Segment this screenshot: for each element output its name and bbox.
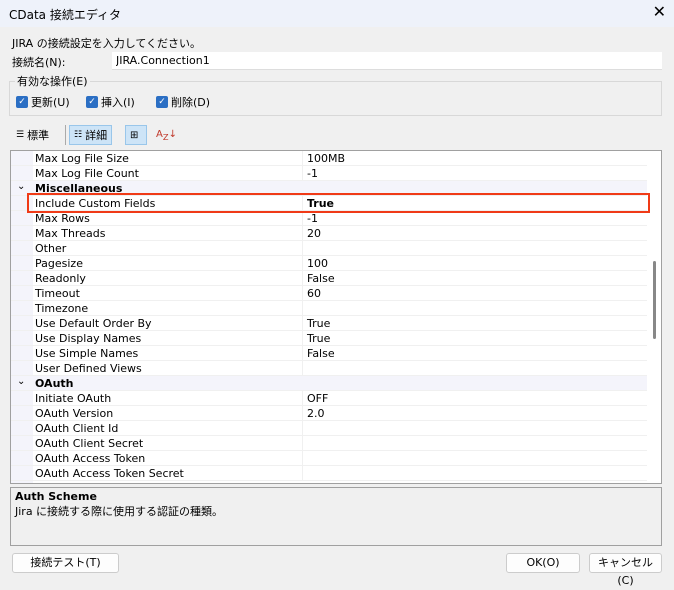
property-row[interactable]: User Defined Views xyxy=(11,361,647,376)
title-bar: CData 接続エディタ ✕ xyxy=(0,0,674,27)
property-name: Readonly xyxy=(11,271,303,285)
property-value[interactable]: 60 xyxy=(303,286,321,300)
property-value[interactable]: -1 xyxy=(303,211,318,225)
property-name: Initiate OAuth xyxy=(11,391,303,405)
standard-view-button[interactable]: ☰ 標準 xyxy=(12,125,53,145)
property-value[interactable]: True xyxy=(303,331,330,345)
property-value[interactable] xyxy=(303,361,307,375)
delete-label: 削除(D) xyxy=(171,96,211,109)
chevron-down-icon[interactable]: ⌄ xyxy=(17,181,25,192)
standard-label: 標準 xyxy=(27,129,50,142)
delete-checkbox[interactable]: ✓ 削除(D) xyxy=(156,94,210,110)
property-name: Max Log File Size xyxy=(11,151,303,165)
property-value[interactable] xyxy=(303,301,307,315)
property-row[interactable]: Use Display Names True xyxy=(11,331,647,346)
property-value[interactable]: 20 xyxy=(303,226,321,240)
connection-name-input[interactable] xyxy=(112,52,662,70)
check-icon: ✓ xyxy=(16,96,28,108)
check-icon: ✓ xyxy=(86,96,98,108)
property-name: Max Rows xyxy=(11,211,303,225)
operations-legend: 有効な操作(E) xyxy=(15,73,90,89)
property-value[interactable] xyxy=(303,436,307,450)
property-name: OAuth Client Secret xyxy=(11,436,303,450)
chevron-down-icon[interactable]: ⌄ xyxy=(17,376,25,387)
property-row[interactable]: Readonly False xyxy=(11,271,647,286)
property-name: OAuth Client Id xyxy=(11,421,303,435)
categorized-icon: ⊞ xyxy=(130,129,139,141)
property-row[interactable]: Max Log File Count -1 xyxy=(11,166,647,181)
property-row[interactable]: Initiate OAuth OFF xyxy=(11,391,647,406)
property-row[interactable]: Use Simple Names False xyxy=(11,346,647,361)
property-name: Timeout xyxy=(11,286,303,300)
cancel-button[interactable]: キャンセル(C) xyxy=(589,553,662,587)
window-title: CData 接続エディタ xyxy=(9,8,122,22)
property-value[interactable] xyxy=(303,466,307,480)
property-row[interactable]: Max Rows -1 xyxy=(11,211,647,226)
property-name: Pagesize xyxy=(11,256,303,270)
property-name: OAuth Access Token xyxy=(11,451,303,465)
check-icon: ✓ xyxy=(156,96,168,108)
description-panel: Auth Scheme Jira に接続する際に使用する認証の種類。 xyxy=(10,487,662,546)
update-checkbox[interactable]: ✓ 更新(U) xyxy=(16,94,70,110)
property-row[interactable]: OAuth Access Token Secret xyxy=(11,466,647,481)
property-value[interactable] xyxy=(303,241,307,255)
property-value[interactable]: 2.0 xyxy=(303,406,325,420)
property-row[interactable]: Other xyxy=(11,241,647,256)
property-value[interactable] xyxy=(303,421,307,435)
categorized-button[interactable]: ⊞ xyxy=(125,125,147,145)
property-value[interactable]: False xyxy=(303,271,335,285)
property-name: User Defined Views xyxy=(11,361,303,375)
category-row[interactable]: ⌄ OAuth xyxy=(11,376,647,391)
property-row[interactable]: Max Log File Size 100MB xyxy=(11,151,647,166)
property-name: OAuth Access Token Secret xyxy=(11,466,303,480)
insert-label: 挿入(I) xyxy=(101,96,135,109)
property-value[interactable]: 100MB xyxy=(303,151,345,165)
category-name: OAuth xyxy=(35,377,74,390)
detail-list-icon: ☷ xyxy=(74,130,83,140)
property-name: Max Threads xyxy=(11,226,303,240)
sort-az-icon: AZ↓ xyxy=(156,128,177,142)
toolbar-divider xyxy=(65,125,66,145)
description-title: Auth Scheme xyxy=(15,490,97,503)
property-name: Other xyxy=(11,241,303,255)
property-row[interactable]: Timeout 60 xyxy=(11,286,647,301)
detailed-view-button[interactable]: ☷ 詳細 xyxy=(69,125,113,145)
property-name: Use Display Names xyxy=(11,331,303,345)
close-icon[interactable]: ✕ xyxy=(653,2,666,21)
property-value[interactable]: -1 xyxy=(303,166,318,180)
property-value[interactable]: False xyxy=(303,346,335,360)
property-value[interactable]: OFF xyxy=(303,391,328,405)
property-row[interactable]: Use Default Order By True xyxy=(11,316,647,331)
test-connection-button[interactable]: 接続テスト(T) xyxy=(12,553,119,573)
property-row[interactable]: Pagesize 100 xyxy=(11,256,647,271)
property-row[interactable]: OAuth Client Id xyxy=(11,421,647,436)
highlight-box xyxy=(27,193,650,213)
property-name: Max Log File Count xyxy=(11,166,303,180)
detailed-label: 詳細 xyxy=(85,129,108,142)
update-label: 更新(U) xyxy=(31,96,70,109)
insert-checkbox[interactable]: ✓ 挿入(I) xyxy=(86,94,135,110)
property-name: Use Default Order By xyxy=(11,316,303,330)
scrollbar-thumb[interactable] xyxy=(653,261,656,339)
property-row[interactable]: Timezone xyxy=(11,301,647,316)
property-name: OAuth Version xyxy=(11,406,303,420)
intro-text: JIRA の接続設定を入力してください。 xyxy=(12,37,202,50)
property-row[interactable]: OAuth Access Token xyxy=(11,451,647,466)
property-row[interactable]: OAuth Client Secret xyxy=(11,436,647,451)
property-value[interactable] xyxy=(303,451,307,465)
ok-button[interactable]: OK(O) xyxy=(506,553,580,573)
property-value[interactable]: 100 xyxy=(303,256,328,270)
property-value[interactable]: True xyxy=(303,316,330,330)
description-text: Jira に接続する際に使用する認証の種類。 xyxy=(15,505,224,518)
property-name: Timezone xyxy=(11,301,303,315)
list-icon: ☰ xyxy=(16,130,25,140)
alphabetical-sort-button[interactable]: AZ↓ xyxy=(152,125,181,145)
connection-name-label: 接続名(N): xyxy=(12,56,66,69)
property-name: Use Simple Names xyxy=(11,346,303,360)
property-row[interactable]: OAuth Version 2.0 xyxy=(11,406,647,421)
property-row[interactable]: Max Threads 20 xyxy=(11,226,647,241)
